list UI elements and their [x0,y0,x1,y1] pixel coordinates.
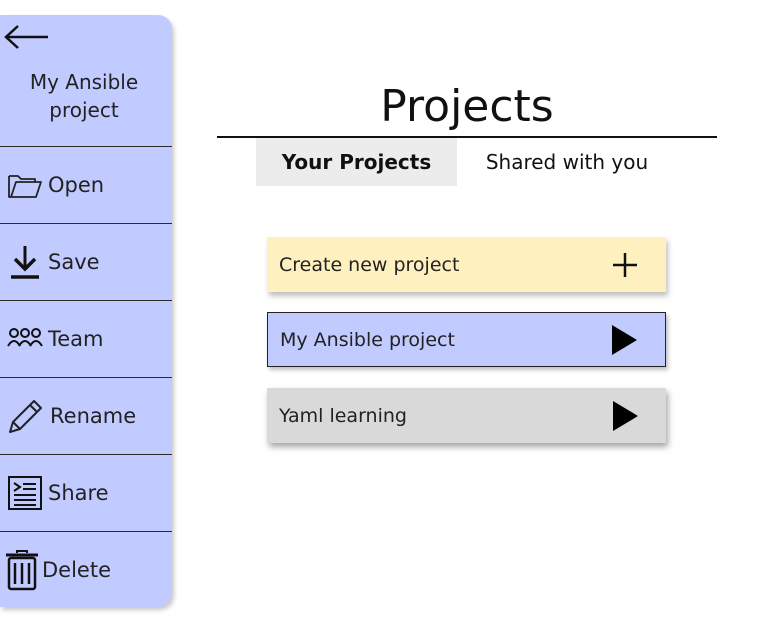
sidebar-item-delete[interactable]: Delete [0,531,172,607]
folder-open-icon [6,170,44,200]
sidebar-item-label: Save [48,250,100,274]
tab-shared-with-you[interactable]: Shared with you [457,138,677,186]
play-icon[interactable] [610,400,640,431]
team-icon [6,326,44,352]
sidebar-item-open[interactable]: Open [0,146,172,223]
card-label: Create new project [279,253,460,276]
tab-your-projects[interactable]: Your Projects [256,138,457,186]
sidebar-menu: Open Save Team Rename Share Delete [0,146,172,607]
sidebar: My Ansible project Open Save Team Rename… [0,15,172,607]
sidebar-item-save[interactable]: Save [0,223,172,300]
arrow-left-icon [4,25,48,49]
sidebar-item-share[interactable]: Share [0,454,172,531]
current-project-name: My Ansible project [29,70,139,122]
card-label: Yaml learning [279,404,407,427]
create-project-button[interactable]: Create new project [267,237,666,292]
share-document-icon [6,474,44,512]
project-card-my-ansible-project[interactable]: My Ansible project [267,312,666,367]
pencil-icon [6,396,46,436]
trash-icon [4,549,40,591]
card-label: My Ansible project [280,328,455,351]
sidebar-item-label: Delete [42,558,111,582]
plus-icon [610,250,640,280]
download-icon [6,244,44,280]
sidebar-item-label: Open [48,173,105,197]
back-button[interactable] [4,23,50,51]
play-icon[interactable] [609,324,639,355]
sidebar-item-label: Team [48,327,104,351]
sidebar-item-team[interactable]: Team [0,300,172,377]
sidebar-item-label: Share [48,481,109,505]
sidebar-item-rename[interactable]: Rename [0,377,172,454]
sidebar-item-label: Rename [50,404,137,428]
project-card-yaml-learning[interactable]: Yaml learning [267,388,666,443]
page-title: Projects [380,81,554,132]
